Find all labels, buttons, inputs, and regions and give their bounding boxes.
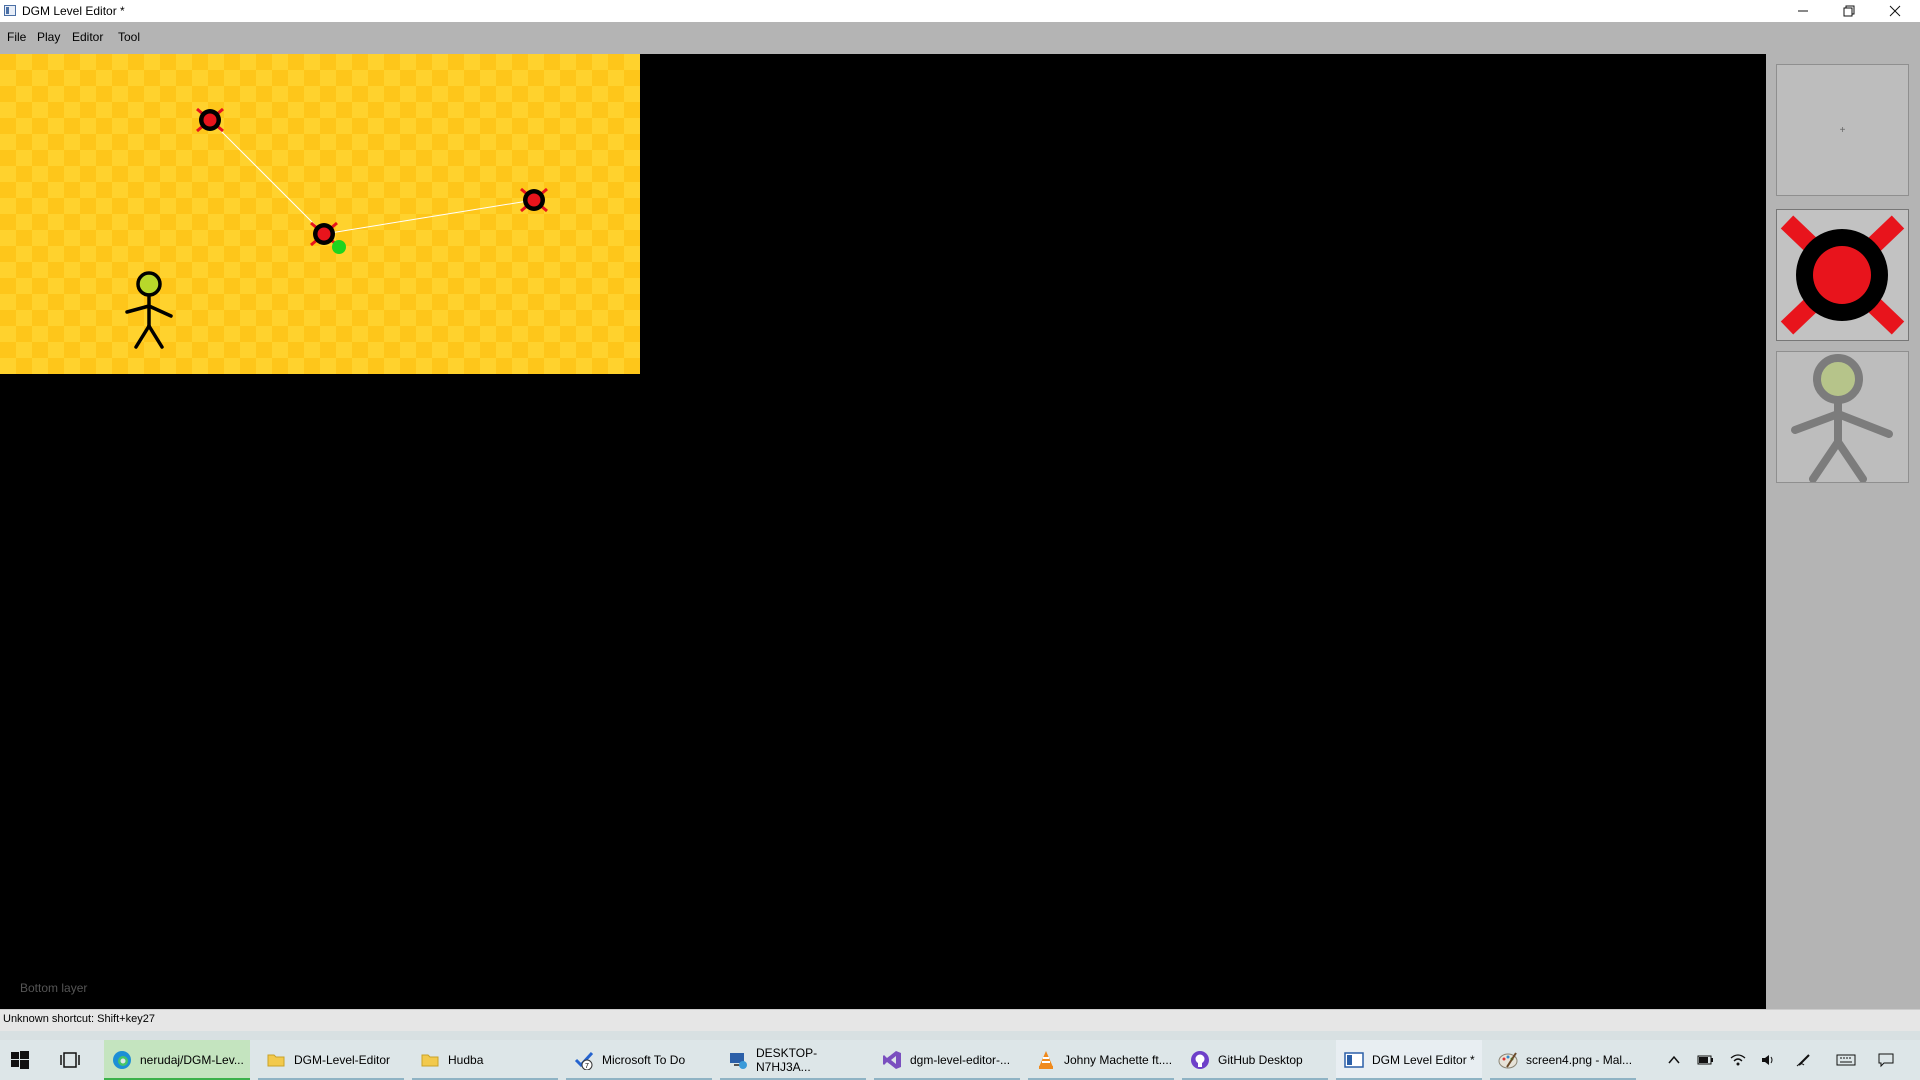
level-objects — [125, 107, 548, 349]
taskbar-item-label: screen4.png - Mal... — [1526, 1053, 1633, 1067]
folder-icon — [421, 1054, 439, 1067]
object-palette: + — [1766, 54, 1920, 1009]
menu-tool[interactable]: Tool — [118, 30, 140, 44]
taskbar-item-label: nerudaj/DGM-Lev... — [140, 1053, 244, 1067]
volume-icon[interactable] — [1756, 1050, 1780, 1070]
taskbar-separator — [0, 1031, 1920, 1040]
paint-icon — [1498, 1052, 1518, 1069]
app-window-icon — [4, 5, 16, 16]
menu-play[interactable]: Play — [37, 30, 60, 44]
menu-editor[interactable]: Editor — [72, 30, 103, 44]
taskbar-item-dgm-level-editor[interactable]: DGM Level Editor * — [1336, 1040, 1482, 1080]
window-titlebar[interactable]: DGM Level Editor * — [0, 0, 1920, 22]
taskbar-item-label: Microsoft To Do — [602, 1053, 686, 1067]
taskbar-item-label: Hudba — [448, 1053, 484, 1067]
wifi-icon[interactable] — [1726, 1050, 1750, 1070]
palette-add-tile[interactable]: + — [1776, 64, 1909, 196]
menu-file[interactable]: File — [7, 30, 26, 44]
taskbar-item-paint[interactable]: screen4.png - Mal... — [1490, 1040, 1636, 1080]
path-link — [209, 119, 325, 235]
restore-icon — [1843, 5, 1854, 17]
taskbar-item-label: DGM Level Editor * — [1372, 1053, 1475, 1067]
layer-label: Bottom layer — [20, 981, 88, 995]
pen-icon[interactable] — [1792, 1050, 1816, 1070]
github-icon — [1191, 1051, 1209, 1069]
taskbar: nerudaj/DGM-Lev... DGM-Level-Editor Hudb… — [0, 1040, 1920, 1080]
spike-mine-icon — [1780, 215, 1905, 335]
restore-button[interactable] — [1826, 0, 1871, 22]
chevron-up-icon[interactable] — [1662, 1050, 1686, 1070]
palette-spike-mine-tile[interactable] — [1776, 209, 1909, 341]
minimize-button[interactable] — [1780, 0, 1825, 22]
editor-canvas[interactable]: Bottom layer — [0, 54, 1766, 1009]
path-link — [323, 199, 535, 235]
spike-mine-icon[interactable] — [520, 187, 548, 213]
taskbar-item-label: Johny Machette ft.... — [1064, 1053, 1173, 1067]
menu-bar: File Play Editor Tool — [0, 22, 1920, 54]
palette-stickman-tile[interactable] — [1776, 351, 1909, 483]
status-bar: Unknown shortcut: Shift+key27 — [0, 1009, 1920, 1032]
close-button[interactable] — [1872, 0, 1917, 22]
window-title: DGM Level Editor * — [22, 4, 125, 18]
taskbar-item-edge[interactable]: nerudaj/DGM-Lev... — [104, 1040, 250, 1080]
keyboard-icon[interactable] — [1834, 1050, 1858, 1070]
add-tile-icon: + — [1839, 124, 1846, 136]
battery-icon[interactable] — [1694, 1050, 1718, 1070]
minimize-icon — [1797, 10, 1808, 12]
spike-mine-icon[interactable] — [196, 107, 224, 133]
taskbar-item-label: DESKTOP-N7HJ3A... — [756, 1046, 818, 1074]
app-window-icon — [1344, 1052, 1364, 1068]
taskbar-item-vlc[interactable]: Johny Machette ft.... — [1028, 1040, 1174, 1080]
selection-handle[interactable] — [332, 240, 346, 254]
taskbar-item-todo[interactable]: 7 Microsoft To Do — [566, 1040, 712, 1080]
taskbar-item-visual-studio[interactable]: dgm-level-editor-... — [874, 1040, 1020, 1080]
visual-studio-icon — [883, 1051, 901, 1069]
stickman-player-icon[interactable] — [125, 271, 173, 349]
edge-browser-icon — [113, 1051, 131, 1069]
taskbar-item-github[interactable]: GitHub Desktop — [1182, 1040, 1328, 1080]
status-message: Unknown shortcut: Shift+key27 — [3, 1013, 155, 1025]
windows-start-icon[interactable] — [10, 1050, 30, 1070]
remote-desktop-icon — [730, 1053, 747, 1069]
taskbar-item-label: GitHub Desktop — [1218, 1053, 1303, 1067]
task-view-icon[interactable] — [60, 1050, 82, 1070]
taskbar-item-folder-dgm[interactable]: DGM-Level-Editor — [258, 1040, 404, 1080]
taskbar-item-label: dgm-level-editor-... — [910, 1053, 1011, 1067]
stickman-player-icon — [1791, 354, 1893, 483]
close-icon — [1889, 5, 1900, 17]
taskbar-item-remote-desktop[interactable]: DESKTOP-N7HJ3A... — [720, 1040, 866, 1080]
notification-icon[interactable] — [1874, 1050, 1898, 1070]
spike-mine-icon[interactable] — [310, 221, 338, 247]
vlc-icon — [1039, 1051, 1053, 1069]
taskbar-item-folder-hudba[interactable]: Hudba — [412, 1040, 558, 1080]
todo-icon: 7 — [574, 1051, 594, 1070]
folder-icon — [267, 1054, 285, 1067]
taskbar-item-label: DGM-Level-Editor — [294, 1053, 391, 1067]
todo-badge: 7 — [585, 1063, 589, 1070]
